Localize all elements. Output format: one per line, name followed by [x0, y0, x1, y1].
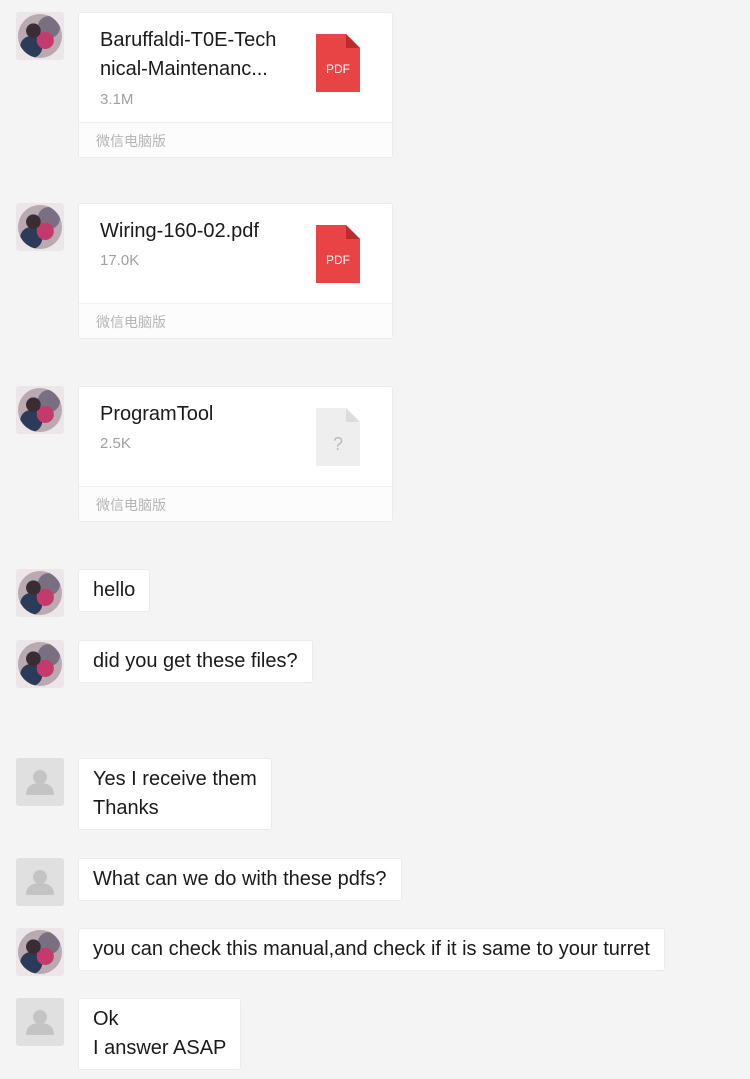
avatar[interactable] [16, 12, 64, 60]
message-bubble[interactable]: hello [78, 569, 151, 612]
avatar[interactable] [16, 640, 64, 688]
file-card-footer: 微信电脑版 [79, 486, 392, 521]
default-avatar[interactable] [16, 998, 64, 1046]
file-name: ProgramTool [100, 403, 214, 425]
message-bubble[interactable]: did you get these files? [78, 640, 313, 683]
source-label: 微信电脑版 [96, 133, 166, 149]
file-name: Wiring-160-02.pdf [100, 220, 259, 242]
default-avatar[interactable] [16, 758, 64, 806]
file-card[interactable]: ProgramTool 2.5K ? 微信电脑版 [78, 386, 393, 522]
source-label: 微信电脑版 [96, 497, 166, 513]
message-bubble[interactable]: Yes I receive them Thanks [78, 758, 272, 830]
file-card-footer: 微信电脑版 [79, 303, 392, 338]
file-size: 2.5K [100, 435, 131, 452]
file-card[interactable]: Baruffaldi-T0E-Tech nical-Maintenanc... … [78, 12, 393, 158]
person-icon [26, 1010, 54, 1035]
file-size: 3.1M [100, 91, 134, 108]
avatar[interactable] [16, 203, 64, 251]
person-icon [26, 870, 54, 895]
pdf-icon: PDF [316, 34, 360, 92]
message-bubble[interactable]: you can check this manual,and check if i… [78, 928, 665, 971]
pdf-icon: PDF [316, 225, 360, 283]
file-card-footer: 微信电脑版 [79, 122, 392, 157]
unknown-file-icon: ? [316, 408, 360, 466]
avatar[interactable] [16, 928, 64, 976]
avatar[interactable] [16, 569, 64, 617]
file-name: Baruffaldi-T0E-Tech nical-Maintenanc... [100, 29, 277, 80]
file-card[interactable]: Wiring-160-02.pdf 17.0K PDF 微信电脑版 [78, 203, 393, 339]
svg-text:?: ? [333, 434, 343, 454]
file-size: 17.0K [100, 252, 140, 269]
source-label: 微信电脑版 [96, 314, 166, 330]
svg-text:PDF: PDF [326, 62, 350, 76]
person-icon [26, 770, 54, 795]
svg-text:PDF: PDF [326, 253, 350, 267]
message-bubble[interactable]: What can we do with these pdfs? [78, 858, 402, 901]
avatar[interactable] [16, 386, 64, 434]
default-avatar[interactable] [16, 858, 64, 906]
message-bubble[interactable]: Ok I answer ASAP [78, 998, 242, 1070]
